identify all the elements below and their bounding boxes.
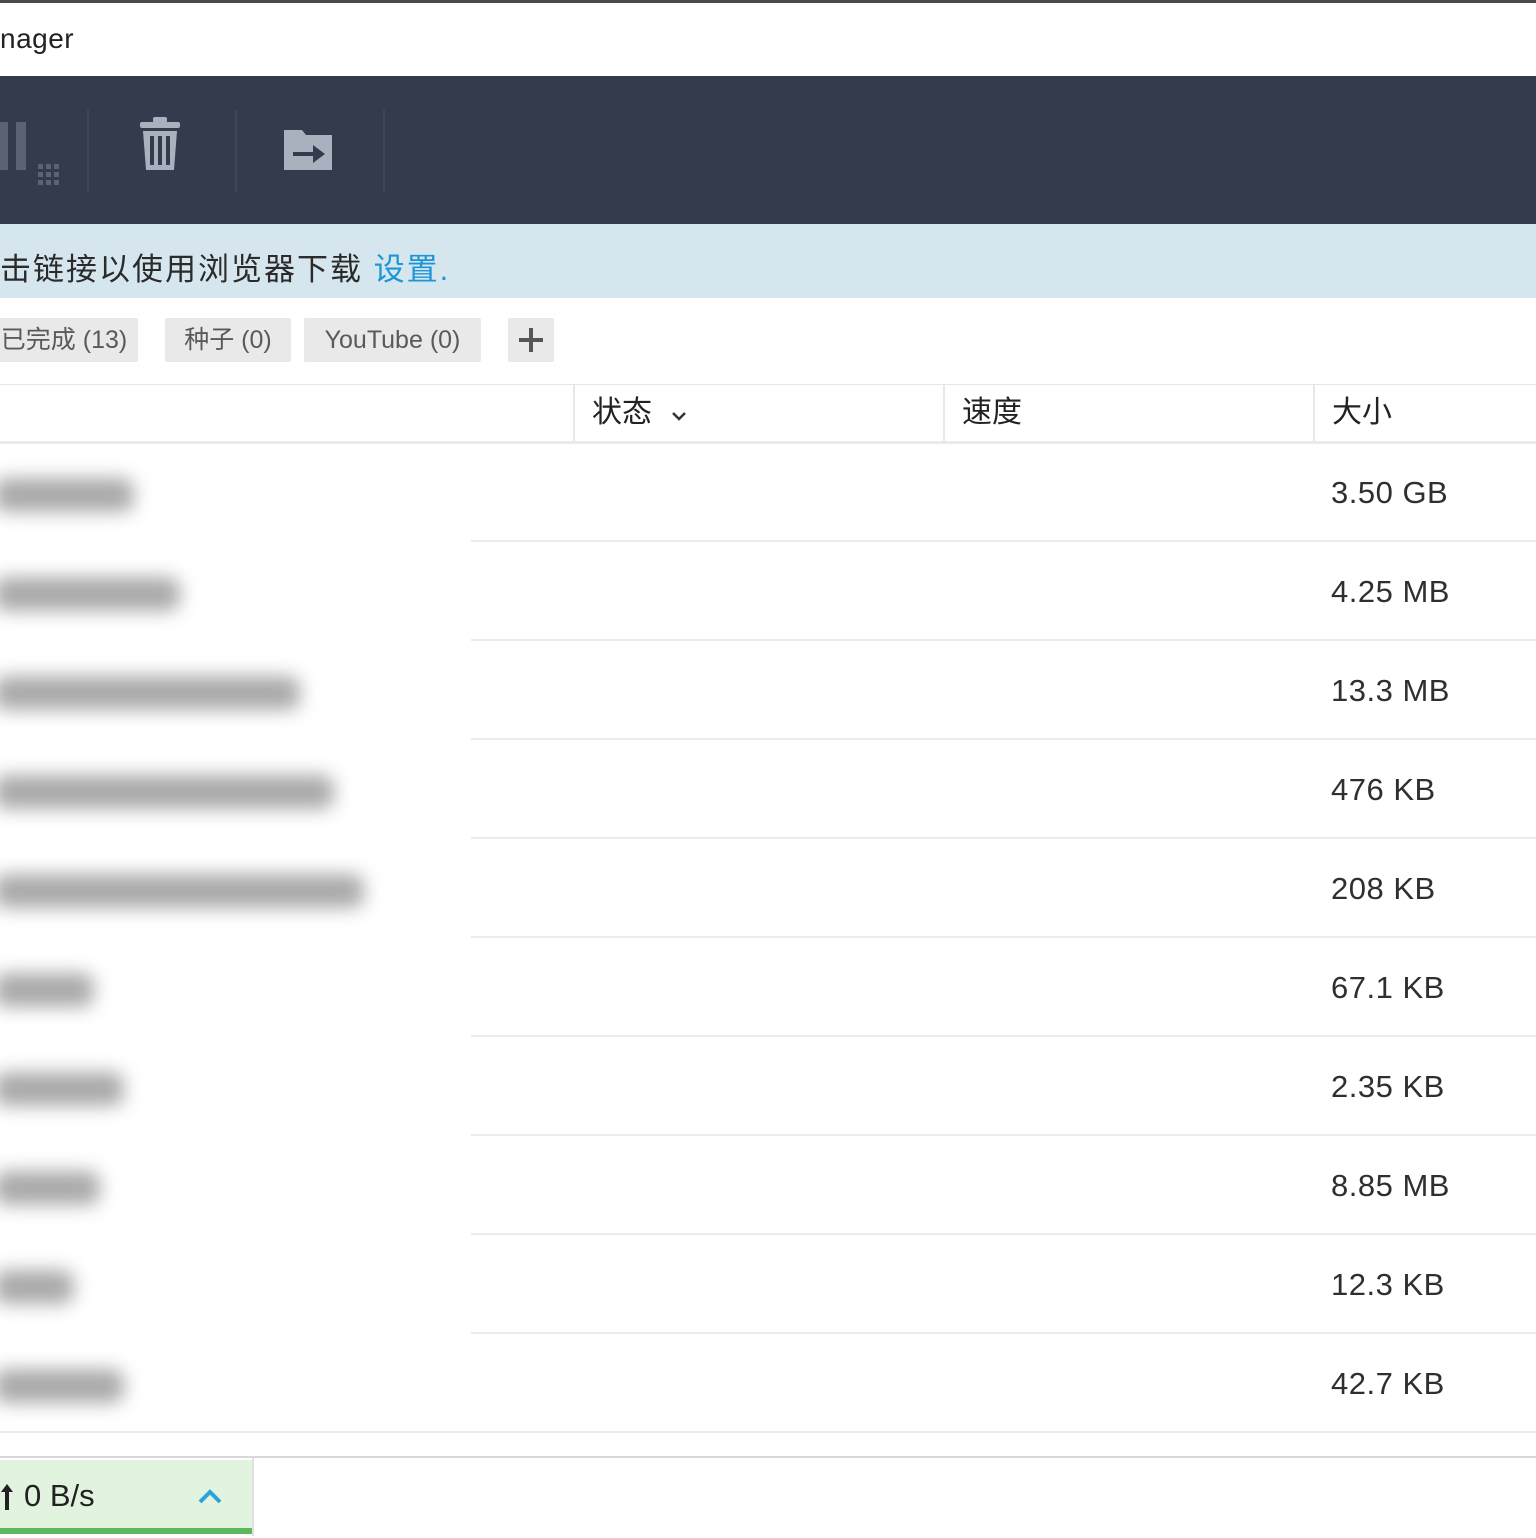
upload-speed-widget[interactable]: 0 B/s	[0, 1460, 252, 1534]
file-size: 13.3 MB	[1331, 673, 1450, 708]
table-row[interactable]: 208 KB	[0, 839, 1536, 938]
speed-indicator-bar	[0, 1528, 252, 1534]
column-separator	[573, 385, 575, 441]
file-name-redacted	[0, 1072, 124, 1106]
table-row[interactable]: 476 KB	[0, 740, 1536, 839]
pause-all-button[interactable]	[0, 106, 86, 196]
table-row[interactable]: 8.85 MB	[0, 1136, 1536, 1235]
column-separator	[1313, 385, 1315, 441]
settings-link[interactable]: 设置	[374, 252, 440, 287]
column-header-size[interactable]: 大小	[1332, 385, 1392, 441]
chevron-up-icon[interactable]	[196, 1484, 224, 1508]
file-size: 12.3 KB	[1331, 1267, 1445, 1302]
column-status-label: 状态	[592, 396, 652, 429]
file-name-redacted	[0, 577, 180, 611]
tab-completed[interactable]: 已完成 (13)	[0, 318, 138, 362]
table-header: 状态 速度 大小	[0, 384, 1536, 444]
notice-text: 击链接以使用浏览器下载	[0, 252, 374, 287]
table-row[interactable]: 2.35 KB	[0, 1037, 1536, 1136]
table-row[interactable]: 42.7 KB	[0, 1334, 1536, 1433]
table-row[interactable]: 67.1 KB	[0, 938, 1536, 1037]
category-tabs: 已完成 (13) 种子 (0) YouTube (0)	[0, 318, 1536, 364]
tab-torrents[interactable]: 种子 (0)	[165, 318, 291, 362]
window-title: nager	[0, 23, 75, 54]
add-tab-button[interactable]	[508, 318, 554, 362]
column-separator	[943, 385, 945, 441]
file-name-redacted	[0, 676, 300, 710]
table-row[interactable]: 13.3 MB	[0, 641, 1536, 740]
file-size: 3.50 GB	[1331, 475, 1449, 510]
table-row[interactable]: 3.50 GB	[0, 443, 1536, 542]
trash-icon	[110, 117, 210, 200]
title-bar: nager	[0, 3, 1536, 76]
file-name-redacted	[0, 1171, 100, 1205]
notice-banner: 击链接以使用浏览器下载 设置.	[0, 224, 1536, 298]
column-header-speed[interactable]: 速度	[962, 385, 1022, 441]
toolbar-separator	[235, 110, 237, 192]
file-size: 208 KB	[1331, 871, 1436, 906]
file-size: 476 KB	[1331, 772, 1436, 807]
toolbar-separator	[383, 110, 385, 192]
row-divider	[0, 1431, 1536, 1433]
file-size: 42.7 KB	[1331, 1366, 1445, 1401]
file-name-redacted	[0, 478, 134, 512]
tab-youtube[interactable]: YouTube (0)	[304, 318, 481, 362]
move-to-folder-icon	[258, 130, 358, 200]
status-bar: 0 B/s	[0, 1456, 1536, 1538]
file-size: 8.85 MB	[1331, 1168, 1450, 1203]
download-list: 3.50 GB 4.25 MB 13.3 MB 476 KB 208 KB 67…	[0, 443, 1536, 1433]
file-size: 2.35 KB	[1331, 1069, 1445, 1104]
sort-chevron-icon	[670, 386, 688, 442]
notice-suffix: .	[439, 252, 451, 287]
upload-speed-value: 0 B/s	[24, 1478, 95, 1513]
table-row[interactable]: 12.3 KB	[0, 1235, 1536, 1334]
file-name-redacted	[0, 1369, 124, 1403]
toolbar-separator	[87, 110, 89, 192]
column-header-status[interactable]: 状态	[592, 385, 688, 441]
file-name-redacted	[0, 775, 334, 809]
plus-icon	[508, 328, 554, 366]
status-divider	[252, 1458, 254, 1536]
file-size: 4.25 MB	[1331, 574, 1450, 609]
file-size: 67.1 KB	[1331, 970, 1445, 1005]
table-row[interactable]: 4.25 MB	[0, 542, 1536, 641]
file-name-redacted	[0, 973, 94, 1007]
file-name-redacted	[0, 1270, 74, 1304]
toolbar	[0, 76, 1536, 224]
upload-arrow-icon	[0, 1482, 14, 1517]
file-name-redacted	[0, 874, 364, 908]
move-button[interactable]	[258, 106, 358, 196]
pause-all-icon	[0, 122, 86, 200]
delete-button[interactable]	[110, 106, 210, 196]
